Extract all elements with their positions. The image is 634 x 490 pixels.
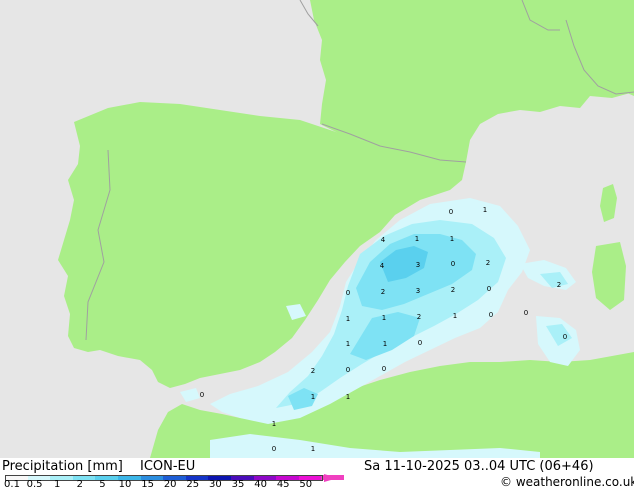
copyright-text: © weatheronline.co.uk	[500, 475, 634, 489]
precip-value-label: 1	[272, 420, 276, 428]
precip-value-label: 1	[450, 235, 454, 243]
precipitation-map: 0 1 4 1 1 4 3 0 2 0 2 3 2 0 2 0 1 1 2 1 0 0 1 1 0 2 0 0 0 1 1 1 0 1	[0, 0, 634, 458]
precip-value-label: 2	[486, 259, 490, 267]
precip-value-label: 0	[449, 208, 453, 216]
legend-tick-label: 10	[118, 479, 132, 490]
precip-value-label: 0	[272, 445, 276, 453]
legend-tick-label: 50	[299, 479, 313, 490]
precip-value-label: 1	[311, 445, 315, 453]
precip-value-label: 1	[346, 315, 350, 323]
legend-overflow-arrow-icon	[324, 474, 339, 482]
precip-value-label: 1	[346, 393, 350, 401]
precip-value-label: 3	[416, 287, 420, 295]
legend-tick-label: 45	[276, 479, 290, 490]
precip-value-label: 4	[380, 262, 385, 270]
map-view: 0141143020232020112100110200011101 Preci…	[0, 0, 634, 490]
legend-tick-label: 2	[76, 479, 83, 490]
precip-value-label: 4	[381, 236, 386, 244]
legend-tick-label: 0.5	[26, 479, 43, 490]
precip-value-label: 2	[417, 313, 421, 321]
legend-tick-label: 1	[54, 479, 61, 490]
legend-tick-label: 5	[99, 479, 106, 490]
legend-tick-label: 20	[163, 479, 177, 490]
legend-tick-label: 25	[186, 479, 200, 490]
precip-value-label: 1	[346, 340, 350, 348]
precip-value-label: 2	[311, 367, 315, 375]
legend-tick-label: 30	[209, 479, 222, 490]
precip-value-label: 0	[346, 366, 350, 374]
precip-value-label: 2	[451, 286, 455, 294]
precip-value-label: 0	[487, 285, 491, 293]
precip-value-label: 1	[382, 314, 386, 322]
precip-value-label: 0	[346, 289, 350, 297]
precip-value-label: 0	[451, 260, 455, 268]
model-name: ICON-EU	[140, 459, 196, 474]
precip-value-label: 1	[453, 312, 457, 320]
precip-value-label: 1	[415, 235, 419, 243]
precip-value-label: 0	[418, 339, 422, 347]
precip-value-label: 1	[383, 340, 387, 348]
precip-value-label: 1	[483, 206, 487, 214]
legend-tick-label: 0.1	[4, 479, 20, 490]
precip-value-label: 2	[557, 281, 561, 289]
precip-value-label: 2	[381, 288, 385, 296]
precip-value-label: 1	[311, 393, 315, 401]
legend-tick-label: 35	[231, 479, 245, 490]
legend-tick-label: 15	[141, 479, 154, 490]
precip-value-label: 0	[524, 309, 528, 317]
precip-value-label: 0	[563, 333, 567, 341]
precip-value-label: 0	[200, 391, 204, 399]
precip-value-label: 0	[489, 311, 493, 319]
forecast-datetime: Sa 11-10-2025 03..04 UTC (06+46)	[364, 459, 594, 474]
footer-bar: Precipitation [mm] ICON-EU Sa 11-10-2025…	[0, 458, 634, 490]
legend-tick-label: 40	[254, 479, 267, 490]
precip-value-label: 3	[416, 261, 420, 269]
legend-title: Precipitation [mm]	[2, 459, 123, 474]
precip-value-label: 0	[382, 365, 386, 373]
